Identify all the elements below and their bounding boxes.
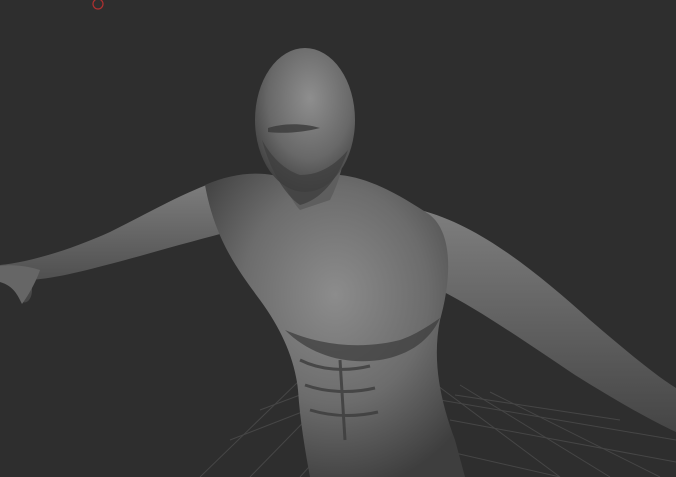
head [255, 48, 355, 192]
left-arm [0, 182, 235, 303]
torso [205, 173, 465, 477]
3d-viewport[interactable] [0, 0, 676, 477]
circle-marker-icon[interactable] [92, 0, 104, 10]
right-arm [420, 210, 676, 432]
left-hand [0, 265, 40, 304]
viewport-canvas[interactable] [0, 0, 676, 477]
